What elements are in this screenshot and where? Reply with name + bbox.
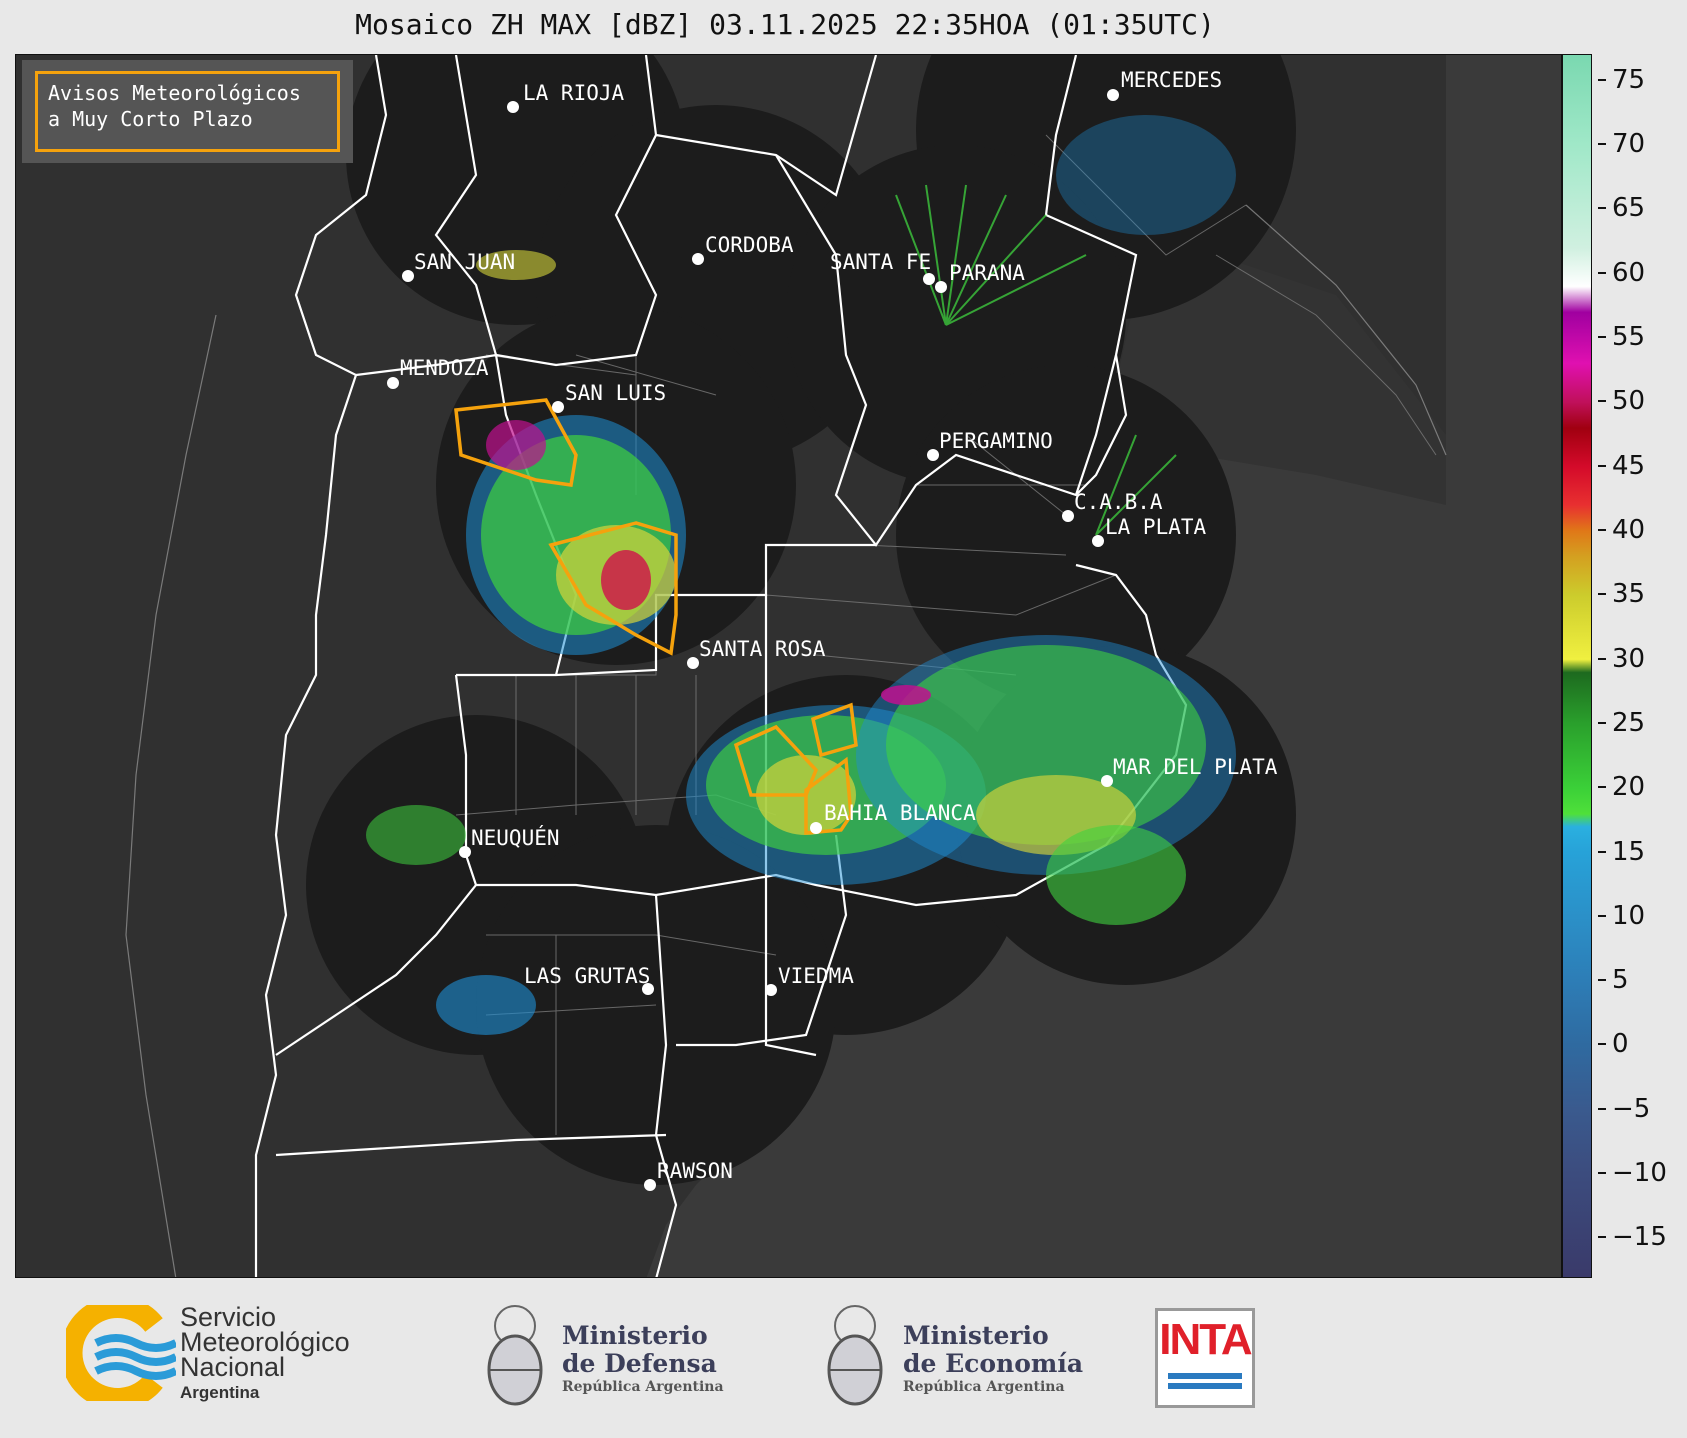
colorbar-tick-label: 40 <box>1612 514 1646 545</box>
colorbar-tick-label: 15 <box>1612 836 1646 867</box>
svg-text:CORDOBA: CORDOBA <box>705 233 794 257</box>
colorbar-tick <box>1598 528 1606 531</box>
svg-text:SANTA FE: SANTA FE <box>830 250 931 274</box>
svg-text:PERGAMINO: PERGAMINO <box>939 429 1053 453</box>
svg-text:LA PLATA: LA PLATA <box>1105 515 1207 539</box>
colorbar-tick <box>1598 1043 1606 1046</box>
colorbar-tick-label: 20 <box>1612 772 1646 803</box>
map-title: Mosaico ZH MAX [dBZ] 03.11.2025 22:35HOA… <box>355 8 1215 41</box>
defensa-sub: República Argentina <box>562 1379 724 1395</box>
colorbar-tick <box>1598 1236 1606 1239</box>
colorbar-tick <box>1598 1107 1606 1110</box>
economia-line1: Ministerio <box>903 1321 1049 1350</box>
colorbar-tick-label: −10 <box>1612 1158 1667 1189</box>
colorbar-tick-label: 45 <box>1612 450 1646 481</box>
svg-text:C.A.B.A: C.A.B.A <box>1074 490 1163 514</box>
colorbar-tick-label: 5 <box>1612 965 1629 996</box>
svg-text:MENDOZA: MENDOZA <box>400 356 489 380</box>
svg-text:PARANA: PARANA <box>949 261 1025 285</box>
svg-text:VIEDMA: VIEDMA <box>778 964 854 988</box>
colorbar-tick-label: 65 <box>1612 193 1646 224</box>
colorbar-tick <box>1598 979 1606 982</box>
economia-sub: República Argentina <box>903 1379 1065 1395</box>
warning-legend-frame: Avisos Meteorológicos a Muy Corto Plazo <box>35 71 340 152</box>
colorbar-tick-label: 10 <box>1612 900 1646 931</box>
smn-line4: Argentina <box>180 1383 260 1402</box>
svg-text:MAR DEL PLATA: MAR DEL PLATA <box>1113 755 1278 779</box>
colorbar-tick <box>1598 593 1606 596</box>
defensa-line1: Ministerio <box>562 1321 708 1350</box>
warning-legend-line1: Avisos Meteorológicos <box>48 81 301 105</box>
colorbar-tick <box>1598 271 1606 274</box>
svg-text:RAWSON: RAWSON <box>657 1159 733 1183</box>
coat-of-arms-defensa-icon <box>487 1305 543 1406</box>
warning-legend-line2: a Muy Corto Plazo <box>48 107 253 131</box>
colorbar-tick-label: −15 <box>1612 1222 1667 1253</box>
colorbar-tick <box>1598 850 1606 853</box>
colorbar-tick-label: 25 <box>1612 707 1646 738</box>
colorbar-tick-label: 35 <box>1612 579 1646 610</box>
colorbar-tick-label: 60 <box>1612 257 1646 288</box>
svg-text:LA RIOJA: LA RIOJA <box>523 81 625 105</box>
economia-name: Ministerio de Economía República Argenti… <box>903 1322 1083 1396</box>
inta-text: INTA <box>1159 1315 1252 1364</box>
inta-logo: INTA <box>1155 1308 1255 1408</box>
colorbar-tick <box>1598 400 1606 403</box>
defensa-line2: de Defensa <box>562 1349 717 1378</box>
colorbar <box>1562 54 1592 1278</box>
colorbar-tick-label: 50 <box>1612 386 1646 417</box>
coat-of-arms-economia-icon <box>827 1305 883 1406</box>
colorbar-tick-label: 55 <box>1612 321 1646 352</box>
svg-text:LAS GRUTAS: LAS GRUTAS <box>524 964 650 988</box>
radar-map[interactable]: LA RIOJA MERCEDES CORDOBA SAN JUAN SANTA… <box>15 54 1562 1278</box>
economia-line2: de Economía <box>903 1349 1084 1378</box>
colorbar-tick <box>1598 78 1606 81</box>
svg-text:SAN JUAN: SAN JUAN <box>414 250 515 274</box>
svg-text:MERCEDES: MERCEDES <box>1121 68 1222 92</box>
colorbar-tick-label: −5 <box>1612 1093 1651 1124</box>
smn-line3: Nacional <box>180 1352 286 1382</box>
colorbar-tick <box>1598 657 1606 660</box>
colorbar-tick-label: 30 <box>1612 643 1646 674</box>
radar-map-svg: LA RIOJA MERCEDES CORDOBA SAN JUAN SANTA… <box>16 55 1447 1277</box>
smn-name: Servicio Meteorológico Nacional Argentin… <box>180 1304 350 1405</box>
defensa-name: Ministerio de Defensa República Argentin… <box>562 1322 724 1396</box>
colorbar-tick <box>1598 143 1606 146</box>
colorbar-tick <box>1598 335 1606 338</box>
colorbar-tick <box>1598 721 1606 724</box>
smn-logo-icon <box>66 1305 176 1401</box>
colorbar-tick <box>1598 1172 1606 1175</box>
svg-text:NEUQUÉN: NEUQUÉN <box>471 825 560 850</box>
svg-text:SANTA ROSA: SANTA ROSA <box>699 637 826 661</box>
colorbar-tick <box>1598 464 1606 467</box>
colorbar-tick-label: 0 <box>1612 1029 1629 1060</box>
svg-text:BAHIA BLANCA: BAHIA BLANCA <box>824 801 976 825</box>
svg-text:SAN LUIS: SAN LUIS <box>565 381 666 405</box>
warning-legend-box: Avisos Meteorológicos a Muy Corto Plazo <box>22 60 353 163</box>
colorbar-tick <box>1598 207 1606 210</box>
colorbar-tick-label: 75 <box>1612 64 1646 95</box>
colorbar-tick <box>1598 914 1606 917</box>
colorbar-ticks: 75 70 65 60 55 50 45 40 35 30 25 20 15 10 5 0 −5 −10 −15 <box>1598 54 1687 1278</box>
colorbar-tick-label: 70 <box>1612 129 1646 160</box>
colorbar-tick <box>1598 786 1606 789</box>
